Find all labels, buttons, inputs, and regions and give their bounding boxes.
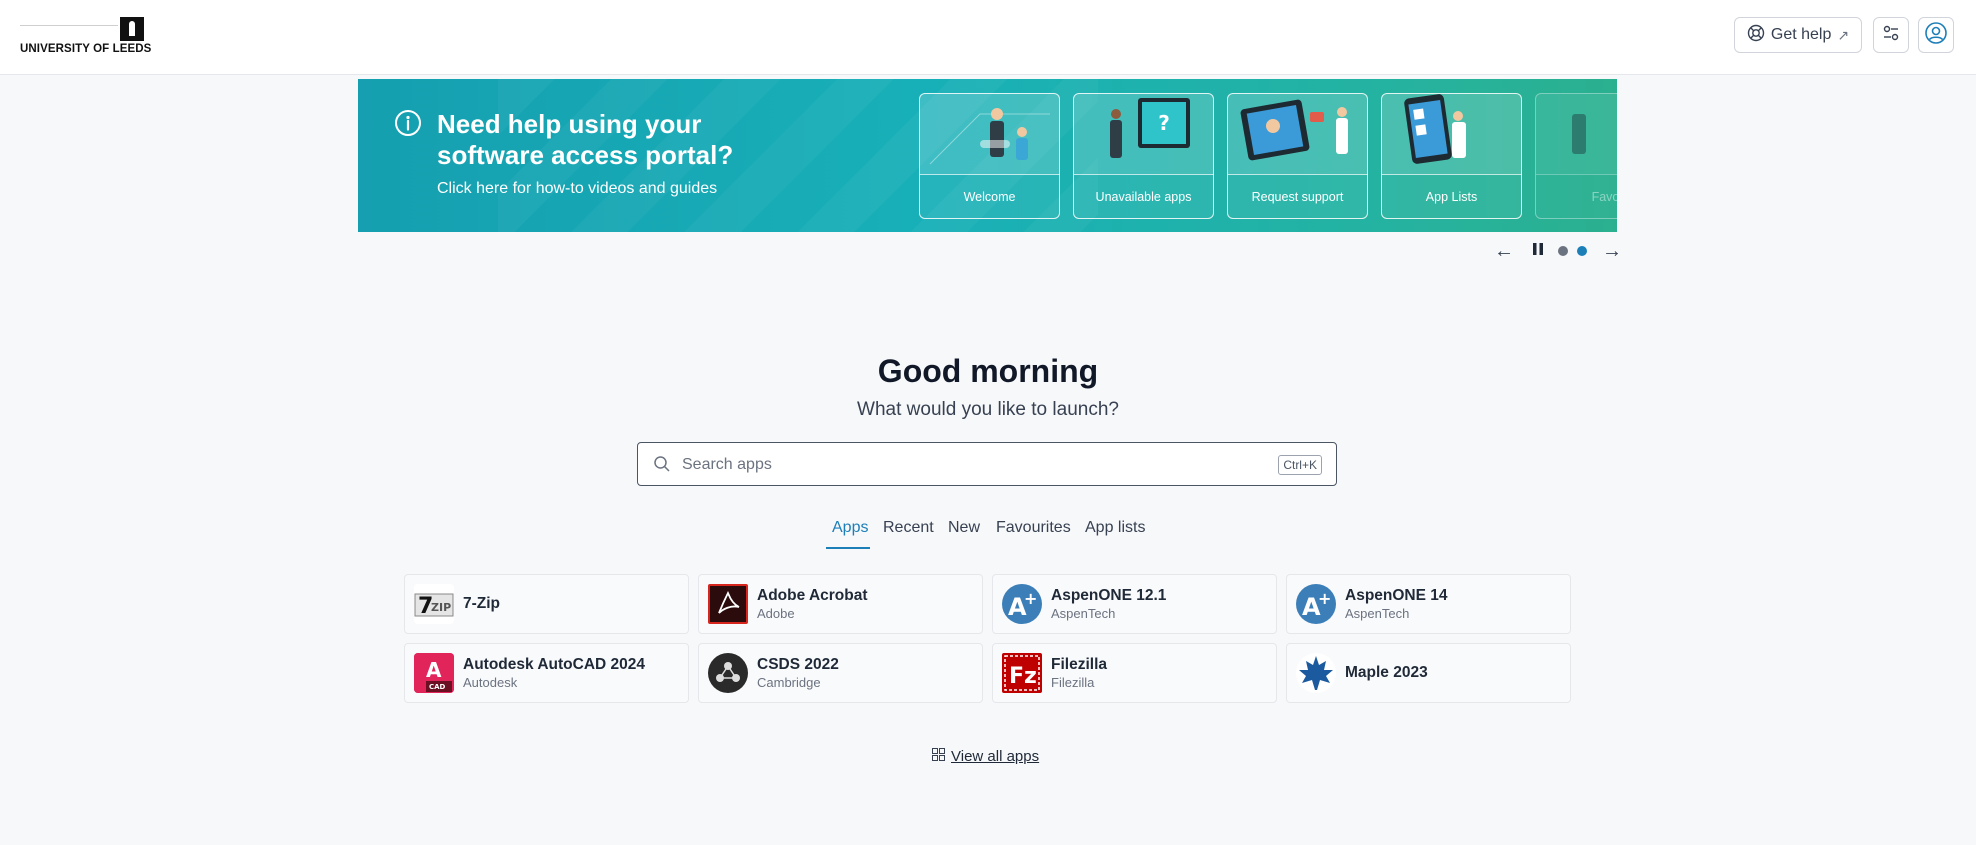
- svg-text:A: A: [426, 658, 442, 682]
- logo-rule: [20, 25, 118, 26]
- app-name: Autodesk AutoCAD 2024: [463, 656, 646, 673]
- user-circle-icon: [1924, 21, 1948, 50]
- app-tile-adobe-acrobat[interactable]: Adobe Acrobat Adobe: [698, 574, 983, 634]
- app-name: Filezilla: [1051, 656, 1107, 673]
- banner-card-request-support[interactable]: Request support: [1227, 93, 1368, 219]
- greeting-title: Good morning: [877, 353, 1099, 389]
- app-name: AspenONE 14: [1345, 587, 1448, 604]
- tab-favourites[interactable]: Favourites: [996, 519, 1071, 549]
- banner-card-welcome[interactable]: Welcome: [919, 93, 1060, 219]
- app-vendor: Filezilla: [1051, 675, 1095, 690]
- keyboard-shortcut-hint: Ctrl+K: [1278, 455, 1322, 475]
- aspentech-icon: A +: [1002, 584, 1042, 624]
- view-all-apps-link[interactable]: View all apps: [932, 746, 1039, 766]
- carousel-dot-2[interactable]: [1577, 246, 1587, 256]
- account-button[interactable]: [1918, 17, 1954, 53]
- arrow-right-icon: →: [1602, 239, 1622, 262]
- app-vendor: Adobe: [757, 606, 795, 621]
- app-tile-aspenone-14[interactable]: A + AspenONE 14 AspenTech: [1286, 574, 1571, 634]
- top-header: UNIVERSITY OF LEEDS Get help ↗: [0, 0, 1976, 75]
- maple-icon: [1296, 653, 1336, 693]
- banner-card-label: Unavailable apps: [1074, 174, 1213, 218]
- filezilla-icon: Fz: [1002, 653, 1042, 693]
- app-tile-7zip[interactable]: 7 ZIP 7-Zip: [404, 574, 689, 634]
- help-banner[interactable]: Need help using your software access por…: [358, 79, 1617, 232]
- banner-title: Need help using your software access por…: [437, 109, 734, 170]
- app-name: Maple 2023: [1345, 664, 1428, 681]
- tab-recent[interactable]: Recent: [883, 519, 934, 549]
- autocad-icon: A CAD: [414, 653, 454, 693]
- app-tile-maple-2023[interactable]: Maple 2023: [1286, 643, 1571, 703]
- app-name: AspenONE 12.1: [1051, 587, 1167, 604]
- tab-app-lists[interactable]: App lists: [1085, 519, 1145, 549]
- welcome-illustration-icon: [920, 94, 1059, 174]
- csds-icon: [708, 653, 748, 693]
- app-vendor: Cambridge: [757, 675, 821, 690]
- request-support-illustration-icon: [1228, 94, 1367, 174]
- banner-card-label: Favo: [1536, 174, 1617, 218]
- unavailable-apps-illustration-icon: ?: [1074, 94, 1213, 174]
- app-name: CSDS 2022: [757, 656, 839, 673]
- favourites-illustration-icon: [1536, 94, 1617, 174]
- app-tile-aspenone-12-1[interactable]: A + AspenONE 12.1 AspenTech: [992, 574, 1277, 634]
- search-box[interactable]: Ctrl+K: [637, 442, 1337, 486]
- 7zip-icon: 7 ZIP: [414, 584, 454, 624]
- external-link-icon: ↗: [1837, 26, 1850, 43]
- arrow-left-icon: ←: [1494, 239, 1514, 262]
- active-tab-indicator: [826, 547, 870, 549]
- view-all-label: View all apps: [951, 747, 1040, 765]
- logo-tower-mark: [120, 17, 144, 41]
- get-help-label: Get help: [1770, 26, 1832, 43]
- app-vendor: AspenTech: [1345, 606, 1410, 621]
- sliders-icon: [1881, 23, 1901, 48]
- svg-text:?: ?: [1158, 111, 1170, 135]
- banner-card-favourites[interactable]: Favo: [1535, 93, 1617, 219]
- app-tile-autocad-2024[interactable]: A CAD Autodesk AutoCAD 2024 Autodesk: [404, 643, 689, 703]
- university-logo[interactable]: UNIVERSITY OF LEEDS: [20, 17, 152, 57]
- svg-text:+: +: [1318, 589, 1331, 608]
- banner-card-label: Welcome: [920, 174, 1059, 218]
- banner-subtitle: Click here for how-to videos and guides: [437, 180, 718, 197]
- greeting-subtitle: What would you like to launch?: [857, 399, 1119, 420]
- search-input[interactable]: [680, 449, 1244, 481]
- preferences-button[interactable]: [1873, 17, 1909, 53]
- app-vendor: AspenTech: [1051, 606, 1116, 621]
- carousel-next-button[interactable]: →: [1601, 239, 1623, 262]
- pause-icon: [1532, 242, 1544, 260]
- banner-card-unavailable-apps[interactable]: ? Unavailable apps: [1073, 93, 1214, 219]
- banner-card-label: App Lists: [1382, 174, 1521, 218]
- search-icon: [653, 455, 671, 478]
- app-name: Adobe Acrobat: [757, 587, 868, 604]
- tab-new[interactable]: New: [948, 519, 980, 549]
- info-icon: [394, 109, 422, 142]
- carousel-prev-button[interactable]: ←: [1493, 239, 1515, 262]
- grid-icon: [932, 747, 945, 765]
- carousel-dot-1[interactable]: [1558, 246, 1568, 256]
- app-name: 7-Zip: [463, 595, 501, 612]
- svg-text:CAD: CAD: [429, 683, 446, 691]
- svg-text:ZIP: ZIP: [431, 601, 451, 614]
- svg-text:+: +: [1024, 589, 1037, 608]
- carousel-pause-button[interactable]: [1530, 241, 1546, 261]
- adobe-acrobat-icon: [708, 584, 748, 624]
- banner-card-app-lists[interactable]: App Lists: [1381, 93, 1522, 219]
- aspentech-icon: A +: [1296, 584, 1336, 624]
- app-vendor: Autodesk: [463, 675, 518, 690]
- app-tile-csds-2022[interactable]: CSDS 2022 Cambridge: [698, 643, 983, 703]
- tab-apps[interactable]: Apps: [832, 519, 868, 549]
- lifebuoy-icon: [1747, 24, 1765, 47]
- app-lists-illustration-icon: [1382, 94, 1521, 174]
- logo-text: UNIVERSITY OF LEEDS: [20, 43, 152, 55]
- app-tile-filezilla[interactable]: Fz Filezilla Filezilla: [992, 643, 1277, 703]
- svg-text:Fz: Fz: [1009, 664, 1037, 689]
- banner-card-label: Request support: [1228, 174, 1367, 218]
- get-help-button[interactable]: Get help ↗: [1734, 17, 1862, 53]
